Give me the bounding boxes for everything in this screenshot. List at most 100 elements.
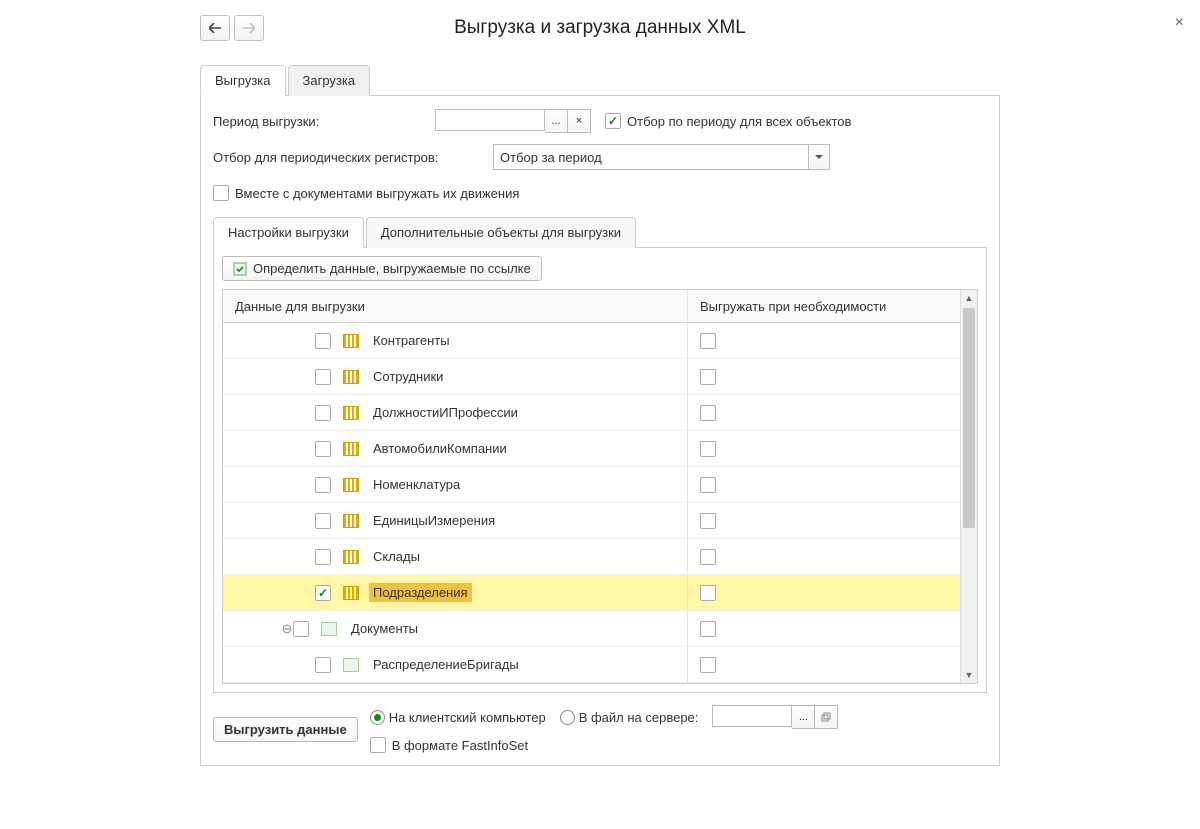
row-label: РаспределениеБригады xyxy=(369,655,523,674)
table-row[interactable]: ДолжностиИПрофессии xyxy=(223,395,960,431)
server-path-browse[interactable]: ... xyxy=(792,705,815,729)
document-icon xyxy=(321,622,337,636)
col-header-need[interactable]: Выгружать при необходимости xyxy=(688,290,960,322)
table-row[interactable]: Контрагенты xyxy=(223,323,960,359)
row-label: Контрагенты xyxy=(369,331,454,350)
row-checkbox[interactable] xyxy=(315,333,331,349)
need-checkbox[interactable] xyxy=(700,657,716,673)
chevron-down-icon xyxy=(815,152,823,163)
tab-import[interactable]: Загрузка xyxy=(288,65,371,96)
row-checkbox[interactable] xyxy=(315,585,331,601)
catalog-icon xyxy=(343,442,359,456)
table-row[interactable]: АвтомобилиКомпании xyxy=(223,431,960,467)
need-checkbox[interactable] xyxy=(700,549,716,565)
grid-header: Данные для выгрузки Выгружать при необхо… xyxy=(223,290,960,323)
fastinfoset-label: В формате FastInfoSet xyxy=(392,738,528,753)
row-checkbox[interactable] xyxy=(315,513,331,529)
scroll-down-icon[interactable]: ▼ xyxy=(961,667,977,683)
server-path-open[interactable] xyxy=(815,705,838,729)
registers-value: Отбор за период xyxy=(494,145,808,169)
open-icon xyxy=(821,712,831,722)
row-checkbox[interactable] xyxy=(315,477,331,493)
row-checkbox[interactable] xyxy=(315,405,331,421)
footer: Выгрузить данные На клиентский компьютер… xyxy=(213,705,987,753)
period-row: Период выгрузки: ... × Отбор по периоду … xyxy=(213,108,987,134)
filter-all-checkbox[interactable] xyxy=(605,113,621,129)
tab-settings[interactable]: Настройки выгрузки xyxy=(213,217,364,248)
period-input[interactable] xyxy=(435,109,545,131)
movements-row: Вместе с документами выгружать их движен… xyxy=(213,180,987,206)
header: Выгрузка и загрузка данных XML × xyxy=(200,10,1000,46)
need-checkbox[interactable] xyxy=(700,369,716,385)
registers-row: Отбор для периодических регистров: Отбор… xyxy=(213,144,987,170)
tab-export[interactable]: Выгрузка xyxy=(200,65,286,96)
scroll-up-icon[interactable]: ▲ xyxy=(961,290,977,306)
row-checkbox[interactable] xyxy=(315,549,331,565)
need-checkbox[interactable] xyxy=(700,333,716,349)
fastinfoset-checkbox[interactable] xyxy=(370,737,386,753)
table-row[interactable]: Склады xyxy=(223,539,960,575)
filter-all-label: Отбор по периоду для всех объектов xyxy=(627,114,851,129)
row-label: ДолжностиИПрофессии xyxy=(369,403,522,422)
period-label: Период выгрузки: xyxy=(213,114,333,129)
server-path-group: ... xyxy=(712,705,838,729)
catalog-icon xyxy=(343,514,359,528)
define-data-button[interactable]: Определить данные, выгружаемые по ссылке xyxy=(222,256,542,281)
radio-server-label: В файл на сервере: xyxy=(579,710,699,725)
collapse-icon[interactable]: ⊖ xyxy=(281,621,293,637)
need-checkbox[interactable] xyxy=(700,405,716,421)
table-row[interactable]: ЕдиницыИзмерения xyxy=(223,503,960,539)
row-label: Сотрудники xyxy=(369,367,447,386)
with-movements-label: Вместе с документами выгружать их движен… xyxy=(235,186,519,201)
table-row[interactable]: Подразделения xyxy=(223,575,960,611)
need-checkbox[interactable] xyxy=(700,585,716,601)
row-label: АвтомобилиКомпании xyxy=(369,439,511,458)
row-checkbox[interactable] xyxy=(315,369,331,385)
row-checkbox[interactable] xyxy=(315,657,331,673)
period-clear-button[interactable]: × xyxy=(568,109,591,133)
window: Выгрузка и загрузка данных XML × Выгрузк… xyxy=(0,0,1200,829)
row-label: Документы xyxy=(347,619,422,638)
radio-client-label: На клиентский компьютер xyxy=(389,710,546,725)
catalog-icon xyxy=(343,550,359,564)
grid-scrollbar[interactable]: ▲ ▼ xyxy=(960,290,977,683)
catalog-icon xyxy=(343,370,359,384)
refresh-icon xyxy=(233,262,247,276)
registers-select[interactable]: Отбор за период xyxy=(493,144,830,170)
table-row[interactable]: Сотрудники xyxy=(223,359,960,395)
catalog-icon xyxy=(343,334,359,348)
need-checkbox[interactable] xyxy=(700,477,716,493)
row-label: ЕдиницыИзмерения xyxy=(369,511,499,530)
close-button[interactable]: × xyxy=(1171,10,1188,36)
need-checkbox[interactable] xyxy=(700,621,716,637)
registers-caret[interactable] xyxy=(808,145,829,169)
catalog-icon xyxy=(343,478,359,492)
row-checkbox[interactable] xyxy=(293,621,309,637)
row-label: Номенклатура xyxy=(369,475,464,494)
catalog-icon xyxy=(343,406,359,420)
with-movements-checkbox[interactable] xyxy=(213,185,229,201)
main-tabs: Выгрузка Загрузка xyxy=(200,64,1000,96)
period-picker-button[interactable]: ... xyxy=(545,109,568,133)
export-panel: Период выгрузки: ... × Отбор по периоду … xyxy=(200,96,1000,766)
page-title: Выгрузка и загрузка данных XML xyxy=(200,17,1000,39)
col-header-data[interactable]: Данные для выгрузки xyxy=(223,290,688,322)
inner-tabs: Настройки выгрузки Дополнительные объект… xyxy=(213,216,987,248)
tab-additional[interactable]: Дополнительные объекты для выгрузки xyxy=(366,217,636,248)
row-label: Склады xyxy=(369,547,424,566)
export-grid: Данные для выгрузки Выгружать при необхо… xyxy=(222,289,978,684)
registers-label: Отбор для периодических регистров: xyxy=(213,150,493,165)
need-checkbox[interactable] xyxy=(700,441,716,457)
period-input-group: ... × xyxy=(435,109,591,133)
table-row[interactable]: Номенклатура xyxy=(223,467,960,503)
scroll-thumb[interactable] xyxy=(963,308,975,528)
table-row[interactable]: ⊖ Документы xyxy=(223,611,960,647)
need-checkbox[interactable] xyxy=(700,513,716,529)
server-path-input[interactable] xyxy=(712,705,792,727)
row-checkbox[interactable] xyxy=(315,441,331,457)
radio-client[interactable] xyxy=(370,710,385,725)
export-button[interactable]: Выгрузить данные xyxy=(213,717,358,742)
table-row[interactable]: РаспределениеБригады xyxy=(223,647,960,683)
row-label: Подразделения xyxy=(369,583,472,602)
radio-server[interactable] xyxy=(560,710,575,725)
